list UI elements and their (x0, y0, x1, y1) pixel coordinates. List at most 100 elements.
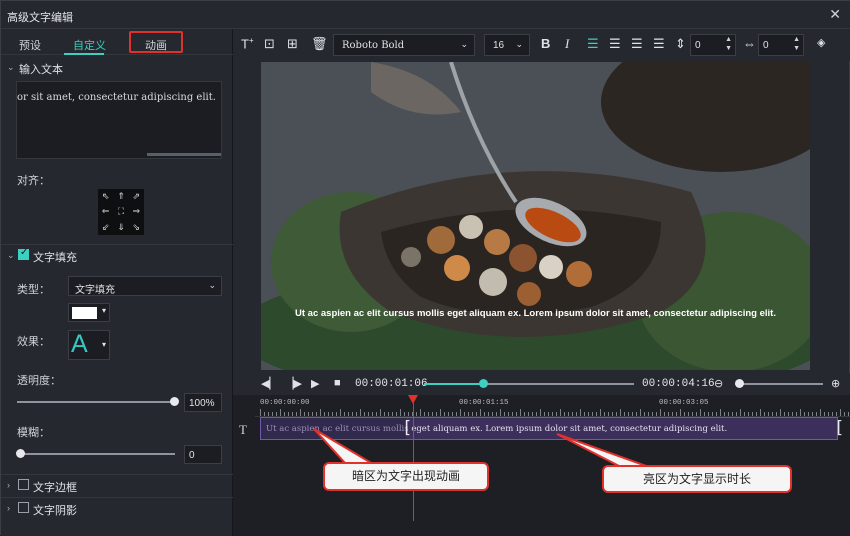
opacity-slider[interactable] (17, 401, 175, 403)
ruler-tick (480, 409, 481, 416)
fill-color-picker[interactable]: ▾ (68, 303, 110, 322)
preview-subtitle[interactable]: Ut ac aspien ac elit cursus mollis eget … (261, 308, 810, 319)
ruler-tick (836, 412, 837, 416)
horizontal-scrollbar[interactable] (147, 153, 221, 156)
section-input-text[interactable]: ⌄ 输入文本 (1, 57, 233, 79)
align-center-icon[interactable]: ⛶ (113, 204, 128, 219)
chevron-right-icon: › (7, 480, 10, 490)
line-spacing-value: 0 (695, 40, 701, 51)
clip-end-handle[interactable]: [ (834, 418, 844, 438)
ruler-tick (320, 409, 321, 416)
align-bottom-left-icon[interactable]: ⇙ (98, 220, 113, 235)
chevron-right-icon: › (7, 503, 10, 513)
section-text-fill[interactable]: ⌄ 文字填充 (1, 244, 233, 266)
align-right-text-icon[interactable]: ☰ (631, 36, 643, 52)
spin-down-icon[interactable]: ▼ (793, 45, 800, 52)
ruler-tick (640, 409, 641, 416)
align-top-left-icon[interactable]: ⇖ (98, 189, 113, 204)
add-text-icon[interactable]: T+ (241, 36, 254, 51)
ruler-tick (424, 412, 425, 416)
ruler-tick (456, 412, 457, 416)
alignment-pad: ⇖ ⇑ ⇗ ⇐ ⛶ ⇒ ⇙ ⇓ ⇘ (98, 189, 144, 235)
font-size-select[interactable]: 16 ⌄ (484, 34, 530, 56)
close-icon[interactable]: ✕ (829, 6, 841, 23)
spin-up-icon[interactable]: ▲ (793, 36, 800, 43)
ruler-tick (824, 412, 825, 416)
ruler-tick (708, 412, 709, 416)
align-bottom-right-icon[interactable]: ⇘ (129, 220, 144, 235)
play-icon[interactable]: ▶ (311, 377, 319, 390)
stop-icon[interactable]: ■ (334, 377, 341, 389)
section-text-border[interactable]: › 文字边框 (1, 474, 233, 496)
blur-input[interactable]: 0 (184, 445, 222, 464)
spin-up-icon[interactable]: ▲ (725, 36, 732, 43)
text-input-area[interactable]: or sit amet, consectetur adipiscing elit… (16, 81, 222, 159)
tab-presets[interactable]: 预设 (19, 37, 41, 53)
tab-custom[interactable]: 自定义 (73, 37, 106, 53)
fill-type-label: 类型： (17, 284, 50, 296)
video-preview[interactable]: Ut ac aspien ac elit cursus mollis eget … (261, 62, 810, 370)
fill-effect-picker[interactable]: A ▾ (68, 330, 110, 360)
align-left-text-icon[interactable]: ☰ (587, 36, 599, 52)
zoom-out-icon[interactable]: ⊖ (714, 377, 723, 390)
blur-slider[interactable] (17, 453, 175, 455)
ruler-tick (392, 412, 393, 416)
justify-text-icon[interactable]: ☰ (653, 36, 665, 52)
line-spacing-input[interactable]: 0 ▲ ▼ (690, 34, 736, 56)
clip-animation-handle[interactable]: [ (402, 418, 412, 438)
section-label: 文字填充 (33, 252, 77, 264)
align-right-icon[interactable]: ⇒ (129, 204, 144, 219)
ruler-tick (544, 412, 545, 416)
align-top-icon[interactable]: ⇑ (113, 189, 128, 204)
ruler-tick (660, 409, 661, 416)
align-top-right-icon[interactable]: ⇗ (129, 189, 144, 204)
font-family-select[interactable]: Roboto Bold ⌄ (333, 34, 475, 56)
clip-text: Ut ac aspien ac elit cursus mollis eget … (266, 424, 727, 434)
zoom-slider-knob[interactable] (735, 379, 744, 388)
time-ruler[interactable]: 00:00:00:00 00:00:01:15 00:00:03:05 (255, 395, 850, 417)
text-clip[interactable]: Ut ac aspien ac elit cursus mollis eget … (260, 417, 838, 440)
ruler-tick (300, 409, 301, 416)
text-border-checkbox[interactable] (18, 479, 29, 490)
blur-slider-knob[interactable] (16, 449, 25, 458)
ruler-tick (476, 412, 477, 416)
bold-button[interactable]: B (541, 36, 550, 51)
opacity-value: 100% (189, 398, 215, 409)
ruler-tick (564, 412, 565, 416)
ruler-tick (772, 412, 773, 416)
step-forward-icon[interactable]: ▕▶ (285, 377, 302, 390)
ruler-tick (780, 409, 781, 416)
ruler-tick (368, 412, 369, 416)
progress-knob[interactable] (478, 379, 488, 388)
add-image-icon[interactable]: ⊞ (287, 36, 298, 52)
align-center-text-icon[interactable]: ☰ (609, 36, 621, 52)
ruler-tick (620, 409, 621, 416)
text-fill-checkbox[interactable] (18, 247, 29, 260)
effect-label: 效果： (17, 336, 50, 348)
keyframe-icon[interactable]: ◈ (817, 36, 825, 49)
format-toolbar: T+ ⊡ ⊞ 🗑 Roboto Bold ⌄ 16 ⌄ B I ☰ ☰ ☰ ☰ … (233, 29, 850, 61)
crop-icon[interactable]: ⊡ (264, 36, 275, 52)
ruler-tick (448, 412, 449, 416)
timeline-zoom-slider[interactable] (735, 383, 823, 385)
italic-button[interactable]: I (565, 36, 569, 52)
section-text-shadow[interactable]: › 文字阴影 (1, 497, 233, 519)
playback-progress-bar[interactable] (424, 379, 634, 388)
char-spacing-input[interactable]: 0 ▲ ▼ (758, 34, 804, 56)
ruler-tick (808, 412, 809, 416)
align-left-icon[interactable]: ⇐ (98, 204, 113, 219)
opacity-input[interactable]: 100% (184, 393, 222, 412)
ruler-tick (528, 412, 529, 416)
ruler-tick (556, 412, 557, 416)
spin-down-icon[interactable]: ▼ (725, 45, 732, 52)
text-shadow-checkbox[interactable] (18, 502, 29, 513)
align-bottom-icon[interactable]: ⇓ (113, 220, 128, 235)
zoom-in-icon[interactable]: ⊕ (831, 377, 840, 390)
blur-value: 0 (189, 450, 195, 461)
fill-type-select[interactable]: 文字填充 ⌄ (68, 276, 222, 296)
clip-text-bright: eget aliquam ex. Lorem ipsum dolor sit a… (408, 424, 728, 434)
delete-icon[interactable]: 🗑 (311, 36, 328, 52)
ruler-tick (304, 412, 305, 416)
step-back-icon[interactable]: ◀▏ (261, 377, 278, 390)
opacity-slider-knob[interactable] (170, 397, 179, 406)
